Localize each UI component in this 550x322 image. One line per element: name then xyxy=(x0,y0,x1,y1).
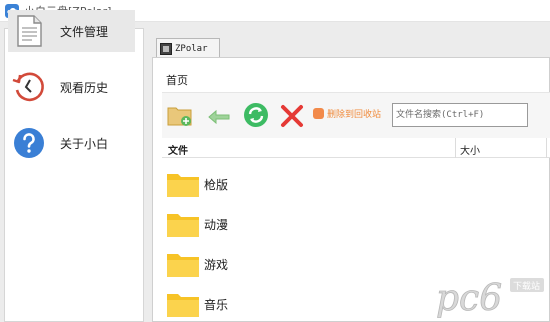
column-header-file[interactable]: 文件 xyxy=(168,142,188,157)
column-divider[interactable] xyxy=(455,138,456,158)
folder-icon xyxy=(167,254,199,277)
column-header-size[interactable]: 大小 xyxy=(460,142,480,157)
sidebar-item-label: 文件管理 xyxy=(60,24,109,39)
file-name: 音乐 xyxy=(204,297,229,312)
recycle-dot-icon xyxy=(313,108,324,119)
file-name: 枪版 xyxy=(204,177,229,192)
folder-icon xyxy=(167,214,199,237)
list-item[interactable]: 音乐 xyxy=(166,284,446,322)
sidebar-item-watch-history[interactable]: 观看历史 xyxy=(8,66,135,108)
file-name: 动漫 xyxy=(204,217,229,232)
folder-icon xyxy=(167,294,199,317)
search-input[interactable] xyxy=(392,103,528,127)
list-item[interactable]: 动漫 xyxy=(166,204,446,244)
list-header xyxy=(162,138,550,158)
refresh-icon[interactable] xyxy=(242,101,270,129)
sidebar-item-label: 关于小白 xyxy=(60,136,109,151)
list-item[interactable]: 游戏 xyxy=(166,244,446,284)
sidebar-item-label: 观看历史 xyxy=(60,80,109,95)
column-divider[interactable] xyxy=(546,138,547,158)
help-question-icon xyxy=(14,128,44,158)
file-name: 游戏 xyxy=(204,257,229,272)
tab-label: ZPolar xyxy=(175,43,208,54)
watermark-sub: 下载站 xyxy=(513,280,540,292)
new-folder-icon[interactable] xyxy=(166,101,194,129)
watermark-text: pc6 xyxy=(436,278,502,318)
tab-zpolar[interactable]: ZPolar xyxy=(156,38,220,58)
recycle-label: 删除到回收站 xyxy=(327,110,382,120)
watermark-logo: pc6 下载站 xyxy=(436,278,544,318)
history-clock-icon xyxy=(12,72,44,102)
polar-tab-icon xyxy=(160,42,172,55)
document-icon xyxy=(17,15,42,47)
delete-x-icon[interactable] xyxy=(278,102,306,130)
list-item[interactable]: 枪版 xyxy=(166,164,446,204)
sidebar-item-file-management[interactable]: 文件管理 xyxy=(8,10,135,52)
delete-to-recycle-button[interactable]: 删除到回收站 xyxy=(313,107,381,120)
back-arrow-icon[interactable] xyxy=(205,103,233,131)
breadcrumb[interactable]: 首页 xyxy=(166,72,188,88)
sidebar-item-about[interactable]: 关于小白 xyxy=(8,122,135,164)
folder-icon xyxy=(167,174,199,197)
